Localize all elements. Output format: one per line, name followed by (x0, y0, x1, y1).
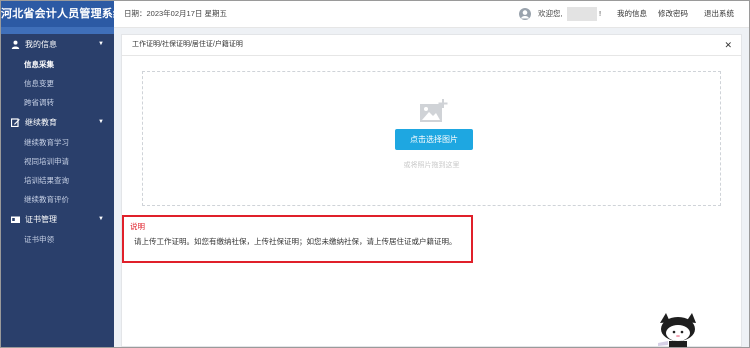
sidebar-group-label: 证书管理 (25, 215, 57, 224)
sidebar-item-cross-province[interactable]: 跨省调转 (1, 93, 114, 112)
instructions-title: 说明 (130, 222, 145, 231)
sidebar-group-continuing-edu[interactable]: 继续教育 ▼ (1, 112, 114, 133)
welcome-text: 欢迎您, (538, 9, 563, 18)
sidebar-group-label: 继续教育 (25, 118, 57, 127)
sidebar-item-cert-apply[interactable]: 证书申领 (1, 230, 114, 249)
app-title: 河北省会计人员管理系统 (1, 1, 124, 27)
sidebar-group-label: 我的信息 (25, 40, 57, 49)
welcome-exclaim: ! (599, 9, 602, 18)
username-redacted (567, 7, 597, 21)
sidebar-item-equivalent-training[interactable]: 视同培训申请 (1, 152, 114, 171)
upload-panel: 工作证明/社保证明/居住证/户籍证明 ✕ 点击选择图片 或将照片拖到这里 说明 … (121, 34, 742, 347)
sidebar-group-certificate[interactable]: 证书管理 ▼ (1, 209, 114, 230)
top-bar: 日期：2023年02月17日 星期五 欢迎您, ! 我的信息 修改密码 退出系统 (114, 1, 749, 28)
sidebar-item-edu-evaluation[interactable]: 继续教育评价 (1, 190, 114, 209)
upload-dropzone[interactable]: 点击选择图片 或将照片拖到这里 (142, 71, 721, 206)
drop-hint: 或将照片拖到这里 (403, 162, 460, 169)
date-display: 日期：2023年02月17日 星期五 (124, 9, 227, 18)
id-card-icon (11, 215, 20, 224)
close-icon[interactable]: ✕ (724, 35, 732, 55)
mascot-sticker-icon (656, 311, 701, 347)
sidebar-item-info-change[interactable]: 信息变更 (1, 74, 114, 93)
instructions-text: 请上传工作证明。如您有缴纳社保，上传社保证明；如您未缴纳社保，请上传居住证或户籍… (134, 237, 457, 246)
edit-icon (11, 118, 20, 128)
sidebar-item-info-collect[interactable]: 信息采集 (1, 55, 114, 74)
change-password-link[interactable]: 修改密码 (658, 1, 688, 27)
panel-header: 工作证明/社保证明/居住证/户籍证明 ✕ (122, 35, 741, 56)
logout-link[interactable]: 退出系统 (704, 1, 734, 27)
main-content: 工作证明/社保证明/居住证/户籍证明 ✕ 点击选择图片 或将照片拖到这里 说明 … (114, 28, 749, 347)
image-add-icon (420, 99, 448, 123)
chevron-down-icon: ▼ (98, 41, 104, 47)
sidebar-item-edu-study[interactable]: 继续教育学习 (1, 133, 114, 152)
my-info-link[interactable]: 我的信息 (617, 1, 647, 27)
app-window: 河北省会计人员管理系统 我的信息 ▼ 信息采集 信息变更 跨省调转 继续教育 ▼… (0, 0, 750, 348)
avatar (519, 8, 531, 20)
person-icon (11, 40, 20, 50)
sidebar-item-training-results[interactable]: 培训结果查询 (1, 171, 114, 190)
sidebar-menu: 我的信息 ▼ 信息采集 信息变更 跨省调转 继续教育 ▼ 继续教育学习 视同培训… (1, 34, 114, 347)
panel-title: 工作证明/社保证明/居住证/户籍证明 (132, 41, 243, 48)
chevron-down-icon: ▼ (98, 216, 104, 222)
select-image-button[interactable]: 点击选择图片 (395, 129, 473, 150)
sidebar-group-my-info[interactable]: 我的信息 ▼ (1, 34, 114, 55)
instructions-box: 说明 请上传工作证明。如您有缴纳社保，上传社保证明；如您未缴纳社保，请上传居住证… (122, 215, 473, 263)
sidebar: 河北省会计人员管理系统 我的信息 ▼ 信息采集 信息变更 跨省调转 继续教育 ▼… (1, 1, 124, 347)
chevron-down-icon: ▼ (98, 119, 104, 125)
